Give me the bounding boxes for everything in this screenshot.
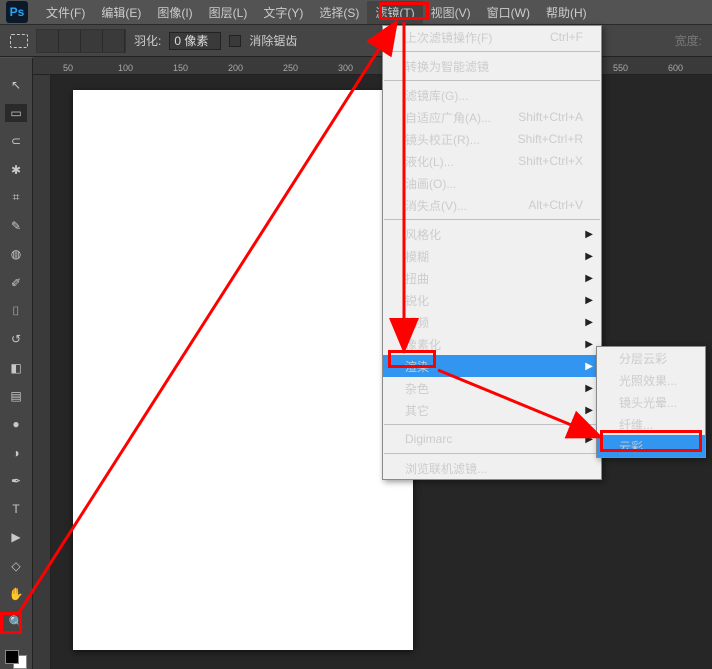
selection-mode-group[interactable] xyxy=(36,29,126,53)
menu-last-filter[interactable]: 上次滤镜操作(F)Ctrl+F xyxy=(383,26,601,48)
ruler-tick: 200 xyxy=(228,63,243,73)
crop-tool[interactable]: ⌗ xyxy=(5,189,27,206)
move-tool[interactable]: ↖ xyxy=(5,76,27,93)
eraser-tool[interactable]: ◧ xyxy=(5,359,27,376)
shape-tool[interactable]: ◇ xyxy=(5,557,27,574)
feather-input[interactable] xyxy=(169,32,221,50)
menu-vanishing-point[interactable]: 消失点(V)...Alt+Ctrl+V xyxy=(383,194,601,216)
ruler-horizontal: 50100150200250300350400450500550600 xyxy=(33,57,712,75)
menu-pixelate[interactable]: 像素化▶ xyxy=(383,333,601,355)
menu-liquify[interactable]: 液化(L)...Shift+Ctrl+X xyxy=(383,150,601,172)
menu-smart-filter[interactable]: 转换为智能滤镜 xyxy=(383,55,601,77)
menu-other[interactable]: 其它▶ xyxy=(383,399,601,421)
gradient-tool[interactable]: ▤ xyxy=(5,387,27,404)
path-select-tool[interactable]: ▶ xyxy=(5,529,27,546)
menu-sharpen[interactable]: 锐化▶ xyxy=(383,289,601,311)
menu-render[interactable]: 渲染▶ xyxy=(383,355,601,377)
blur-tool[interactable]: ● xyxy=(5,416,27,433)
lasso-tool[interactable]: ⊂ xyxy=(5,133,27,150)
menu-help[interactable]: 帮助(H) xyxy=(538,1,595,24)
menu-filter[interactable]: 滤镜(T) xyxy=(367,1,422,24)
submenu-clouds[interactable]: 云彩 xyxy=(597,435,705,457)
ruler-vertical xyxy=(33,75,51,669)
menu-stylize[interactable]: 风格化▶ xyxy=(383,223,601,245)
foreground-swatch[interactable] xyxy=(5,650,19,664)
type-tool[interactable]: T xyxy=(5,500,27,517)
filter-menu-dropdown: 上次滤镜操作(F)Ctrl+F 转换为智能滤镜 滤镜库(G)... 自适应广角(… xyxy=(382,25,602,480)
submenu-lens-flare[interactable]: 镜头光晕... xyxy=(597,391,705,413)
options-bar: 羽化: 消除锯齿 宽度: xyxy=(0,25,712,57)
ruler-tick: 600 xyxy=(668,63,683,73)
document-canvas[interactable] xyxy=(73,90,413,650)
menu-lens-correction[interactable]: 镜头校正(R)...Shift+Ctrl+R xyxy=(383,128,601,150)
menu-image[interactable]: 图像(I) xyxy=(149,1,200,24)
spot-heal-tool[interactable]: ◍ xyxy=(5,246,27,263)
dodge-tool[interactable]: ◑ xyxy=(5,444,27,461)
pen-tool[interactable]: ✒ xyxy=(5,472,27,489)
color-swatches[interactable] xyxy=(5,650,27,669)
menu-noise[interactable]: 杂色▶ xyxy=(383,377,601,399)
ruler-tick: 150 xyxy=(173,63,188,73)
menu-select[interactable]: 选择(S) xyxy=(311,1,367,24)
zoom-tool[interactable]: 🔍 xyxy=(5,614,27,631)
menu-distort[interactable]: 扭曲▶ xyxy=(383,267,601,289)
menu-browse-online[interactable]: 浏览联机滤镜... xyxy=(383,457,601,479)
ruler-tick: 50 xyxy=(63,63,73,73)
menu-blur[interactable]: 模糊▶ xyxy=(383,245,601,267)
eyedropper-tool[interactable]: ✎ xyxy=(5,217,27,234)
antialias-checkbox[interactable] xyxy=(229,35,241,47)
magic-wand-tool[interactable]: ✱ xyxy=(5,161,27,178)
menu-bar: Ps 文件(F) 编辑(E) 图像(I) 图层(L) 文字(Y) 选择(S) 滤… xyxy=(0,0,712,25)
submenu-fibers[interactable]: 纤维... xyxy=(597,413,705,435)
menu-window[interactable]: 窗口(W) xyxy=(479,1,538,24)
ruler-tick: 300 xyxy=(338,63,353,73)
brush-tool[interactable]: ✐ xyxy=(5,274,27,291)
submenu-difference-clouds[interactable]: 分层云彩 xyxy=(597,347,705,369)
clone-stamp-tool[interactable]: ⌷ xyxy=(5,302,27,319)
render-submenu: 分层云彩 光照效果... 镜头光晕... 纤维... 云彩 xyxy=(596,346,706,458)
menu-digimarc[interactable]: Digimarc▶ xyxy=(383,428,601,450)
menu-filter-gallery[interactable]: 滤镜库(G)... xyxy=(383,84,601,106)
ruler-tick: 250 xyxy=(283,63,298,73)
hand-tool[interactable]: ✋ xyxy=(5,585,27,602)
menu-type[interactable]: 文字(Y) xyxy=(255,1,311,24)
menu-oil-paint[interactable]: 油画(O)... xyxy=(383,172,601,194)
marquee-tool[interactable]: ▭ xyxy=(5,104,27,121)
menu-adaptive-wide[interactable]: 自适应广角(A)...Shift+Ctrl+A xyxy=(383,106,601,128)
antialias-label: 消除锯齿 xyxy=(249,32,297,49)
menu-layer[interactable]: 图层(L) xyxy=(201,1,256,24)
app-logo: Ps xyxy=(6,1,28,23)
menu-video[interactable]: 视频▶ xyxy=(383,311,601,333)
submenu-lighting-effects[interactable]: 光照效果... xyxy=(597,369,705,391)
ruler-tick: 100 xyxy=(118,63,133,73)
history-brush-tool[interactable]: ↺ xyxy=(5,331,27,348)
feather-label: 羽化: xyxy=(134,32,161,49)
toolbox: ↖ ▭ ⊂ ✱ ⌗ ✎ ◍ ✐ ⌷ ↺ ◧ ▤ ● ◑ ✒ T ▶ ◇ ✋ 🔍 xyxy=(0,58,33,669)
menu-view[interactable]: 视图(V) xyxy=(423,1,479,24)
tool-preset-icon[interactable] xyxy=(10,34,28,48)
menu-file[interactable]: 文件(F) xyxy=(38,1,93,24)
menu-edit[interactable]: 编辑(E) xyxy=(93,1,149,24)
width-label: 宽度: xyxy=(675,32,702,49)
ruler-tick: 550 xyxy=(613,63,628,73)
